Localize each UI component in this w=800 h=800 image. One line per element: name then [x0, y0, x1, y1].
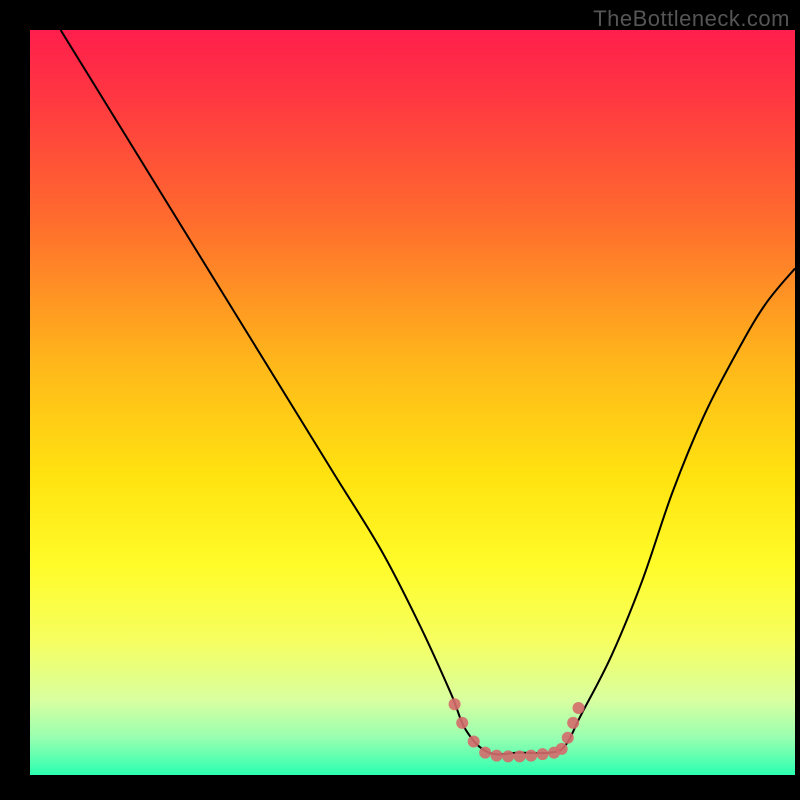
optimal-marker — [573, 702, 585, 714]
optimal-marker — [514, 750, 526, 762]
chart-frame: { "watermark": "TheBottleneck.com", "plo… — [0, 0, 800, 800]
optimal-marker — [562, 732, 574, 744]
optimal-marker — [456, 717, 468, 729]
optimal-marker — [567, 717, 579, 729]
watermark-text: TheBottleneck.com — [593, 6, 790, 32]
optimal-marker — [525, 750, 537, 762]
optimal-marker — [537, 748, 549, 760]
optimal-marker — [468, 735, 480, 747]
optimal-marker — [556, 743, 568, 755]
optimal-marker — [479, 747, 491, 759]
bottleneck-chart — [0, 0, 800, 800]
optimal-marker — [502, 750, 514, 762]
gradient-background — [30, 30, 795, 775]
optimal-marker — [491, 750, 503, 762]
optimal-marker — [449, 698, 461, 710]
